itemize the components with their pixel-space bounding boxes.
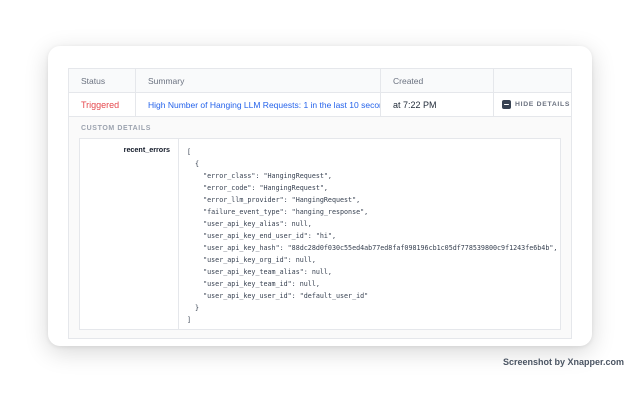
- column-header-created: Created: [381, 69, 494, 92]
- column-header-actions: [494, 69, 571, 92]
- custom-details-heading: Custom Details: [81, 125, 561, 132]
- alert-summary-link[interactable]: High Number of Hanging LLM Requests: 1 i…: [148, 100, 381, 110]
- status-cell: Triggered: [69, 93, 136, 116]
- alert-card: Status Summary Created Triggered High Nu…: [48, 46, 592, 346]
- json-code-block: [ { "error_class": "HangingRequest", "er…: [179, 139, 560, 329]
- status-badge: Triggered: [81, 100, 119, 110]
- actions-cell: Hide Details: [494, 93, 571, 116]
- watermark-text: Screenshot by Xnapper.com: [503, 357, 624, 367]
- column-header-summary: Summary: [136, 69, 381, 92]
- hide-details-label: Hide Details: [515, 101, 570, 108]
- minus-square-icon: [502, 100, 511, 109]
- table-row: Triggered High Number of Hanging LLM Req…: [69, 93, 571, 117]
- created-cell: at 7:22 PM: [381, 93, 494, 116]
- table-header-row: Status Summary Created: [69, 69, 571, 93]
- created-timestamp: at 7:22 PM: [393, 100, 437, 110]
- custom-details-section: Custom Details recent_errors [ { "error_…: [69, 117, 571, 338]
- hide-details-button[interactable]: Hide Details: [502, 100, 570, 109]
- alerts-table: Status Summary Created Triggered High Nu…: [68, 68, 572, 339]
- details-box: recent_errors [ { "error_class": "Hangin…: [79, 138, 561, 330]
- column-header-status: Status: [69, 69, 136, 92]
- details-key-label: recent_errors: [80, 139, 179, 329]
- summary-cell: High Number of Hanging LLM Requests: 1 i…: [136, 93, 381, 116]
